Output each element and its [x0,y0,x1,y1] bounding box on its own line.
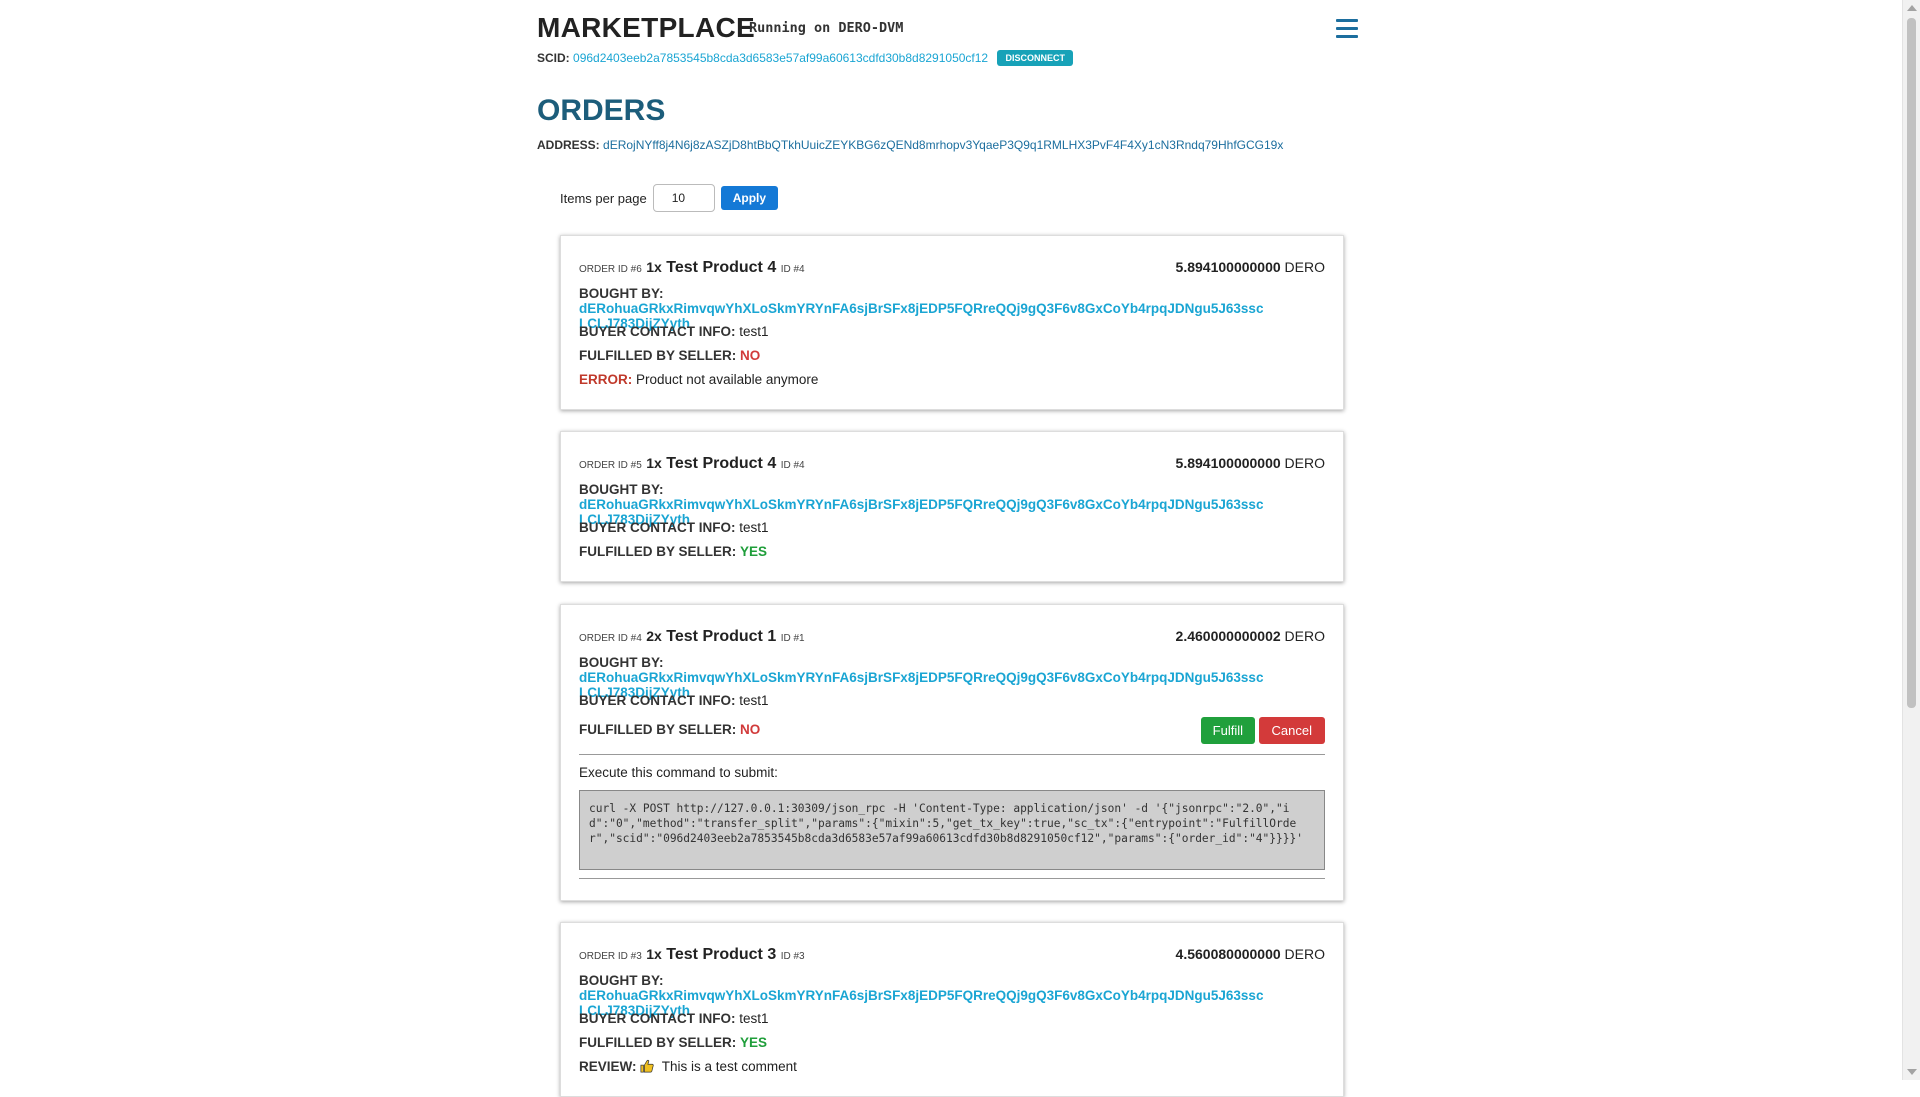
product-name: Test Product 3 [666,946,777,963]
order-header: ORDER ID #6 1x Test Product 4 ID #4 5.89… [579,259,1325,283]
divider [579,878,1325,879]
product-id: ID #3 [780,951,805,962]
scroll-up-arrow-icon[interactable] [1907,5,1917,11]
order-quantity: 1x [646,946,662,962]
order-card: ORDER ID #4 2x Test Product 1 ID #1 2.46… [560,604,1344,901]
fulfilled-status: FULFILLED BY SELLER: YES [579,544,768,559]
hamburger-icon[interactable] [1336,19,1358,39]
scrollbar-thumb[interactable] [1907,18,1916,708]
order-card: ORDER ID #6 1x Test Product 4 ID #4 5.89… [560,235,1344,410]
product-id: ID #4 [780,264,805,275]
order-card: ORDER ID #5 1x Test Product 4 ID #4 5.89… [560,431,1344,582]
command-box[interactable]: curl -X POST http://127.0.0.1:30309/json… [579,790,1325,870]
product-name: Test Product 4 [666,455,777,472]
order-review: REVIEW: This is a test comment [579,1059,797,1074]
order-price: 5.894100000000 DERO [1175,259,1325,275]
scid-row: SCID: 096d2403eeb2a7853545b8cda3d6583e57… [537,50,1073,66]
app-title: MARKETPLACE [537,12,755,43]
order-id-label: ORDER ID #3 [579,951,642,962]
running-status: Running on DERO-DVM [749,20,904,36]
order-id-label: ORDER ID #6 [579,264,642,275]
order-error: ERROR: Product not available anymore [579,372,819,387]
execute-label: Execute this command to submit: [579,765,778,780]
vertical-scrollbar[interactable] [1902,0,1920,1080]
buyer-contact: BUYER CONTACT INFO: test1 [579,324,769,339]
order-id-label: ORDER ID #4 [579,633,642,644]
product-name: Test Product 4 [666,259,777,276]
order-price: 5.894100000000 DERO [1175,455,1325,471]
buyer-contact: BUYER CONTACT INFO: test1 [579,693,769,708]
order-header: ORDER ID #5 1x Test Product 4 ID #4 5.89… [579,455,1325,479]
order-card: ORDER ID #3 1x Test Product 3 ID #3 4.56… [560,922,1344,1097]
cancel-button[interactable]: Cancel [1258,717,1325,744]
items-per-page-label: Items per page [560,190,647,206]
fulfill-button[interactable]: Fulfill [1200,717,1255,744]
address-label: ADDRESS: [537,138,600,152]
items-per-page: Items per page 10 Apply [560,184,779,212]
fulfilled-status: FULFILLED BY SELLER: YES [579,1035,768,1050]
product-id: ID #1 [780,633,805,644]
order-id-label: ORDER ID #5 [579,460,642,471]
product-name: Test Product 1 [666,628,777,645]
buyer-contact: BUYER CONTACT INFO: test1 [579,520,769,535]
items-per-page-input[interactable]: 10 [652,184,715,212]
buyer-contact: BUYER CONTACT INFO: test1 [579,1011,769,1026]
marketplace-app: MARKETPLACE Running on DERO-DVM SCID: 09… [0,0,1902,1097]
scid-label: SCID: [537,51,570,65]
order-price: 2.460000000002 DERO [1175,628,1325,644]
address-value: dERojNYff8j4N6j8zASZjD8htBbQTkhUuicZEYKB… [603,138,1284,152]
page-title: ORDERS [537,94,666,127]
address-row: ADDRESS: dERojNYff8j4N6j8zASZjD8htBbQTkh… [537,138,1283,152]
thumbs-up-icon [640,1059,654,1073]
order-quantity: 1x [646,455,662,471]
apply-button[interactable]: Apply [720,186,779,210]
fulfilled-status: FULFILLED BY SELLER: NO [579,348,761,363]
disconnect-button[interactable]: DISCONNECT [997,50,1073,66]
scid-link[interactable]: 096d2403eeb2a7853545b8cda3d6583e57af99a6… [573,51,988,65]
divider [579,754,1325,755]
order-price: 4.560080000000 DERO [1175,946,1325,962]
scroll-down-arrow-icon[interactable] [1907,1069,1917,1075]
order-quantity: 1x [646,259,662,275]
product-id: ID #4 [780,460,805,471]
order-header: ORDER ID #4 2x Test Product 1 ID #1 2.46… [579,628,1325,652]
order-header: ORDER ID #3 1x Test Product 3 ID #3 4.56… [579,946,1325,970]
order-quantity: 2x [646,628,662,644]
